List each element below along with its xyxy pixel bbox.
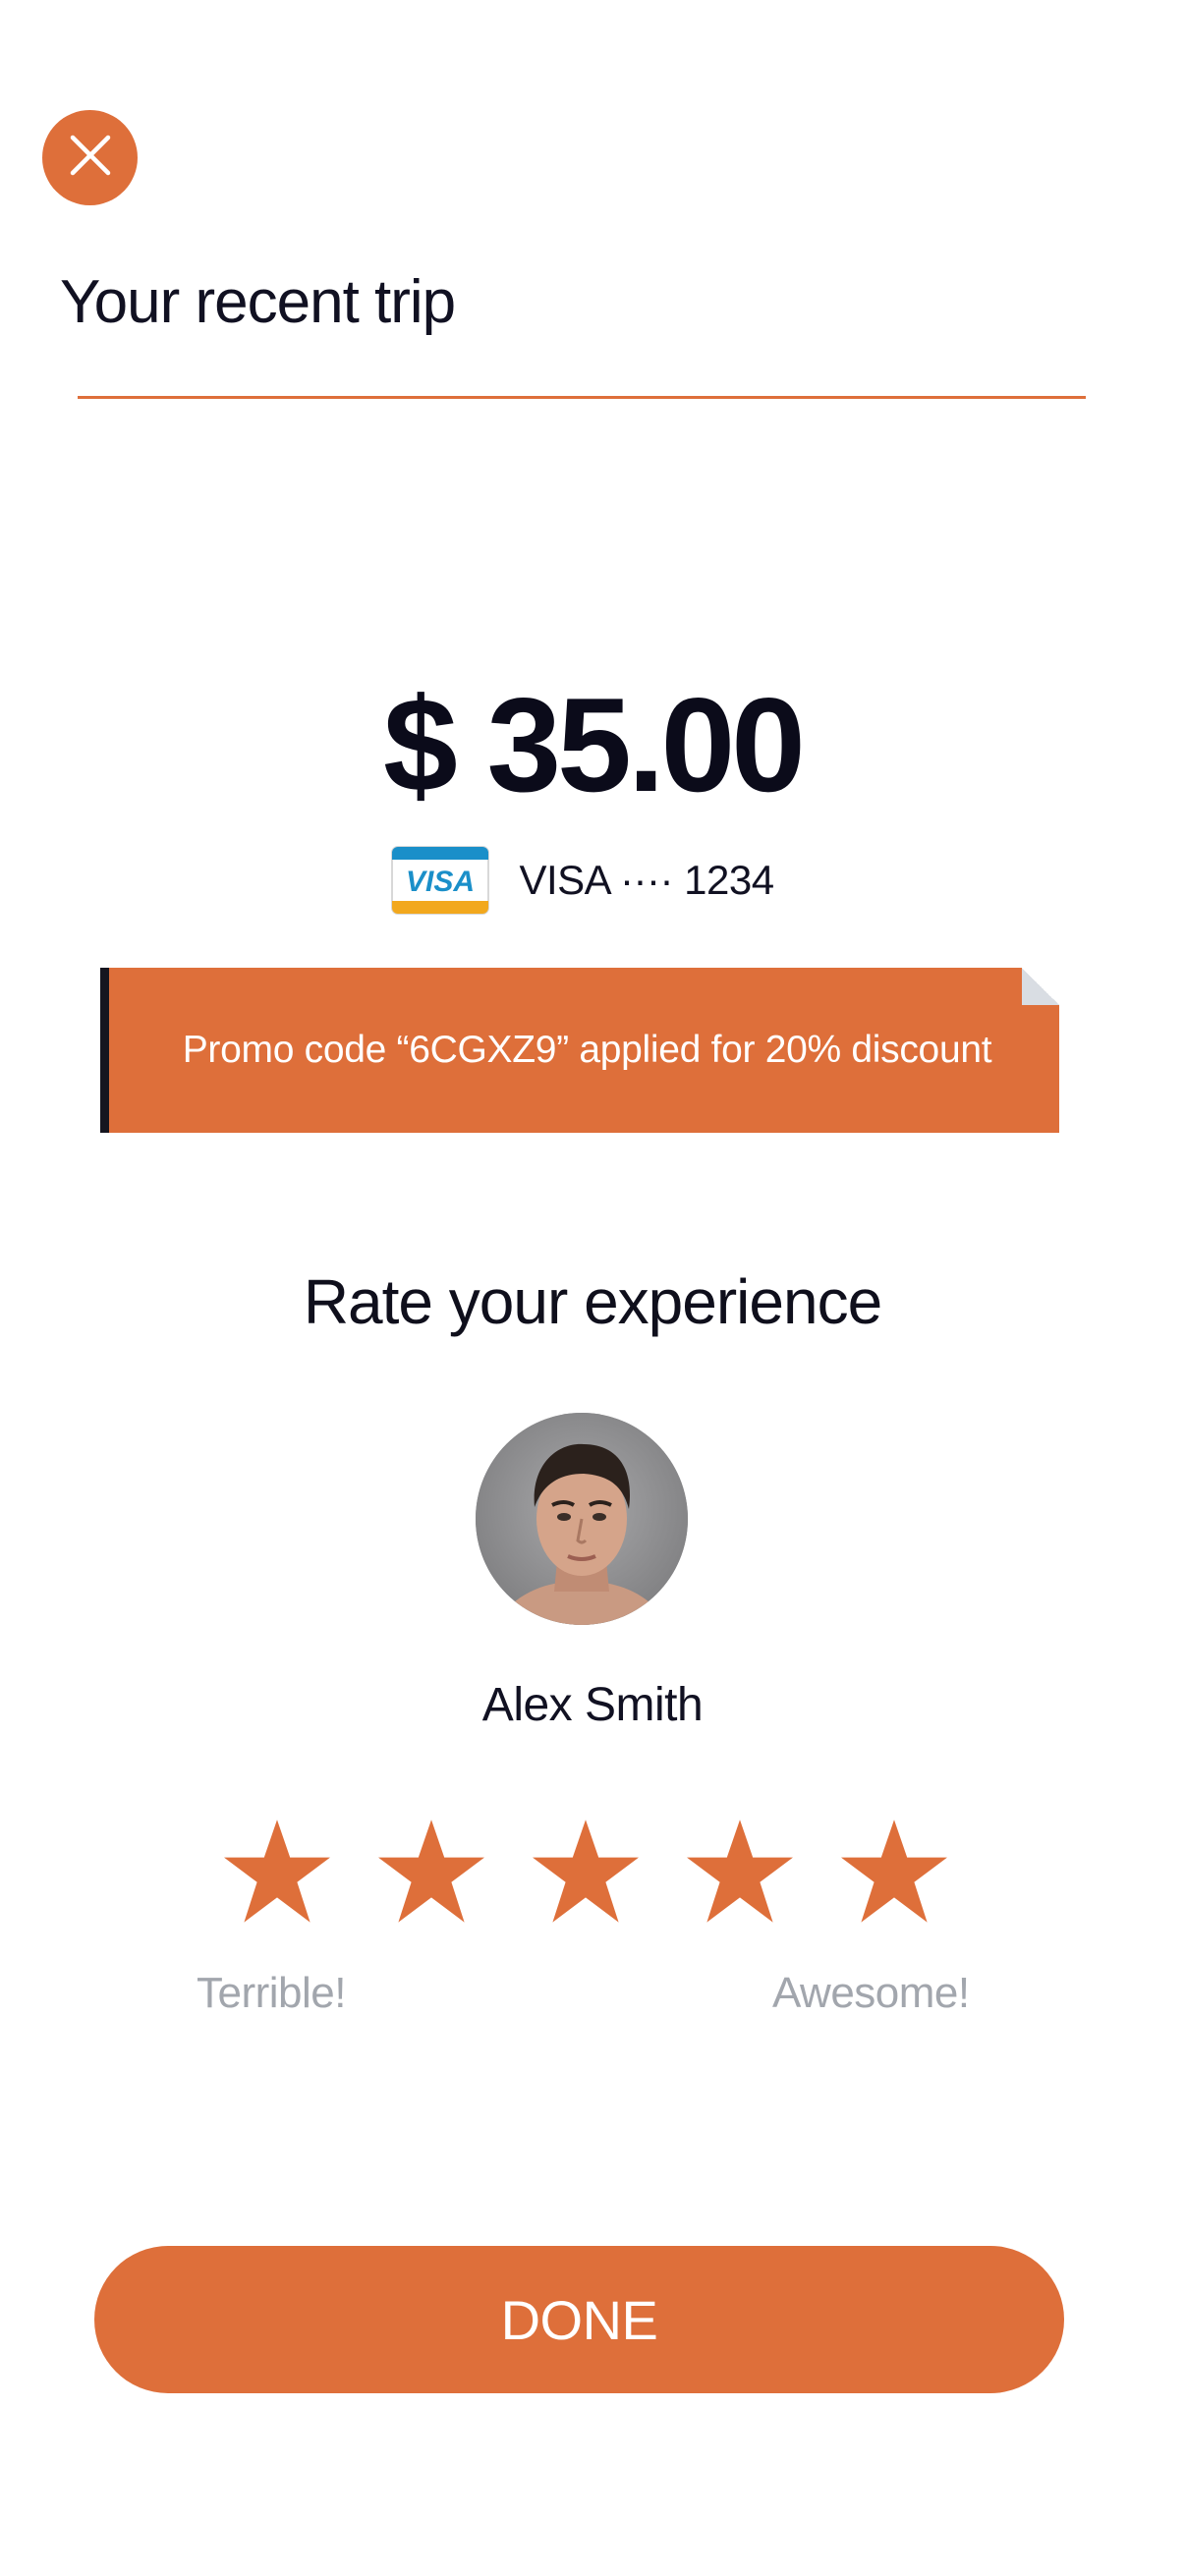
title-divider xyxy=(78,396,1086,399)
close-button[interactable] xyxy=(42,110,138,205)
card-label: VISA ···· 1234 xyxy=(519,857,774,903)
trip-total-amount: $ 35.00 xyxy=(383,670,806,819)
done-button[interactable]: DONE xyxy=(94,2246,1064,2393)
promo-text: Promo code “6CGXZ9” applied for 20% disc… xyxy=(182,1029,992,1071)
rating-low-label: Terrible! xyxy=(197,1969,347,2017)
star-1-icon[interactable] xyxy=(218,1813,336,1931)
svg-text:VISA: VISA xyxy=(406,866,475,898)
driver-name: Alex Smith xyxy=(481,1679,704,1731)
star-4-icon[interactable] xyxy=(681,1813,799,1931)
star-5-icon[interactable] xyxy=(835,1813,953,1931)
close-icon xyxy=(69,134,112,182)
star-rating[interactable] xyxy=(218,1813,975,1931)
payment-method-row: VISA VISA ···· 1234 xyxy=(0,845,1185,916)
star-2-icon[interactable] xyxy=(372,1813,490,1931)
page-fold-icon xyxy=(1022,968,1059,1005)
star-3-icon[interactable] xyxy=(527,1813,645,1931)
promo-banner: Promo code “6CGXZ9” applied for 20% disc… xyxy=(100,968,1059,1133)
visa-card-icon: VISA xyxy=(391,846,490,915)
driver-avatar xyxy=(476,1413,688,1625)
rating-high-label: Awesome! xyxy=(772,1969,970,2017)
page-title: Your recent trip xyxy=(60,268,456,336)
rating-heading: Rate your experience xyxy=(303,1266,882,1337)
